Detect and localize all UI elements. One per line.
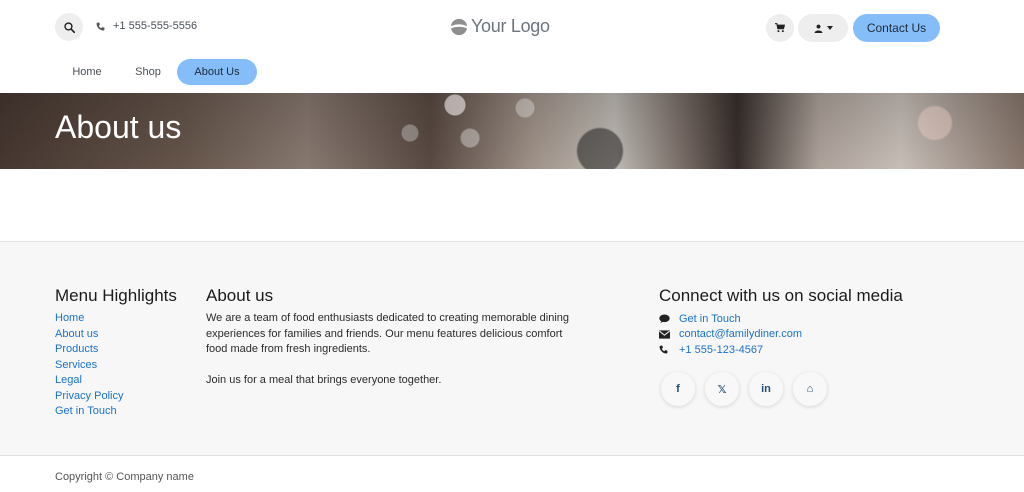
contact-email[interactable]: contact@familydiner.com (659, 327, 802, 343)
linkedin-button[interactable]: in (749, 372, 783, 406)
linkedin-icon: in (761, 383, 771, 395)
footer-link-about-us[interactable]: About us (55, 327, 123, 343)
copyright-text: Copyright © Company name (55, 471, 194, 483)
phone-icon (96, 22, 105, 30)
home-button[interactable]: ⌂ (793, 372, 827, 406)
page-title: About us (55, 109, 182, 145)
header-phone[interactable]: +1 555-555-5556 (96, 20, 197, 32)
phone-number: +1 555-555-5556 (113, 20, 198, 32)
footer: Menu Highlights Home About us Products S… (0, 242, 1024, 456)
nav-shop[interactable]: Shop (124, 59, 172, 85)
cart-icon (775, 23, 785, 33)
contact-us-button[interactable]: Contact Us (853, 14, 940, 42)
contact-list: Get in Touch contact@familydiner.com +1 … (659, 311, 802, 358)
contact-text: Get in Touch (679, 312, 741, 325)
about-paragraph: We are a team of food enthusiasts dedica… (206, 312, 570, 355)
menu-highlights-heading: Menu Highlights (55, 286, 177, 305)
about-paragraph: Join us for a meal that brings everyone … (206, 374, 442, 386)
social-heading: Connect with us on social media (659, 286, 903, 305)
user-menu-button[interactable] (798, 14, 848, 42)
footer-link-services[interactable]: Services (55, 358, 123, 374)
content-area (0, 169, 1024, 242)
cart-button[interactable] (766, 14, 794, 42)
x-icon: 𝕏 (717, 383, 727, 396)
comment-icon (659, 314, 679, 324)
logo-text: Your Logo (471, 16, 550, 36)
home-icon: ⌂ (806, 383, 814, 395)
nav-about-us[interactable]: About Us (177, 59, 257, 85)
logo-icon (450, 18, 468, 35)
contact-phone[interactable]: +1 555-123-4567 (659, 342, 802, 358)
contact-get-in-touch[interactable]: Get in Touch (659, 311, 802, 327)
about-text: We are a team of food enthusiasts dedica… (206, 311, 578, 389)
contact-text: contact@familydiner.com (679, 328, 803, 341)
footer-link-privacy-policy[interactable]: Privacy Policy (55, 389, 123, 405)
contact-text: +1 555-123-4567 (679, 343, 764, 356)
site-logo[interactable]: Your Logo (450, 16, 550, 37)
menu-links: Home About us Products Services Legal Pr… (55, 311, 123, 420)
social-links: f 𝕏 in ⌂ (661, 372, 827, 406)
main-nav: Home Shop About Us (0, 56, 1024, 93)
top-header: +1 555-555-5556 Your Logo Contact Us (0, 0, 1024, 56)
about-heading: About us (206, 286, 274, 305)
search-button[interactable] (55, 13, 83, 41)
x-button[interactable]: 𝕏 (705, 372, 739, 406)
footer-link-get-in-touch[interactable]: Get in Touch (55, 404, 123, 420)
hero-banner: About us (0, 93, 1024, 169)
nav-home[interactable]: Home (60, 59, 114, 85)
search-icon (63, 21, 75, 33)
footer-link-home[interactable]: Home (55, 311, 123, 327)
footer-link-legal[interactable]: Legal (55, 373, 123, 389)
footer-link-products[interactable]: Products (55, 342, 123, 358)
facebook-icon: f (676, 383, 680, 395)
phone-icon (659, 345, 679, 354)
envelope-icon (659, 330, 679, 339)
user-icon (814, 24, 822, 33)
facebook-button[interactable]: f (661, 372, 695, 406)
caret-down-icon (826, 26, 833, 30)
